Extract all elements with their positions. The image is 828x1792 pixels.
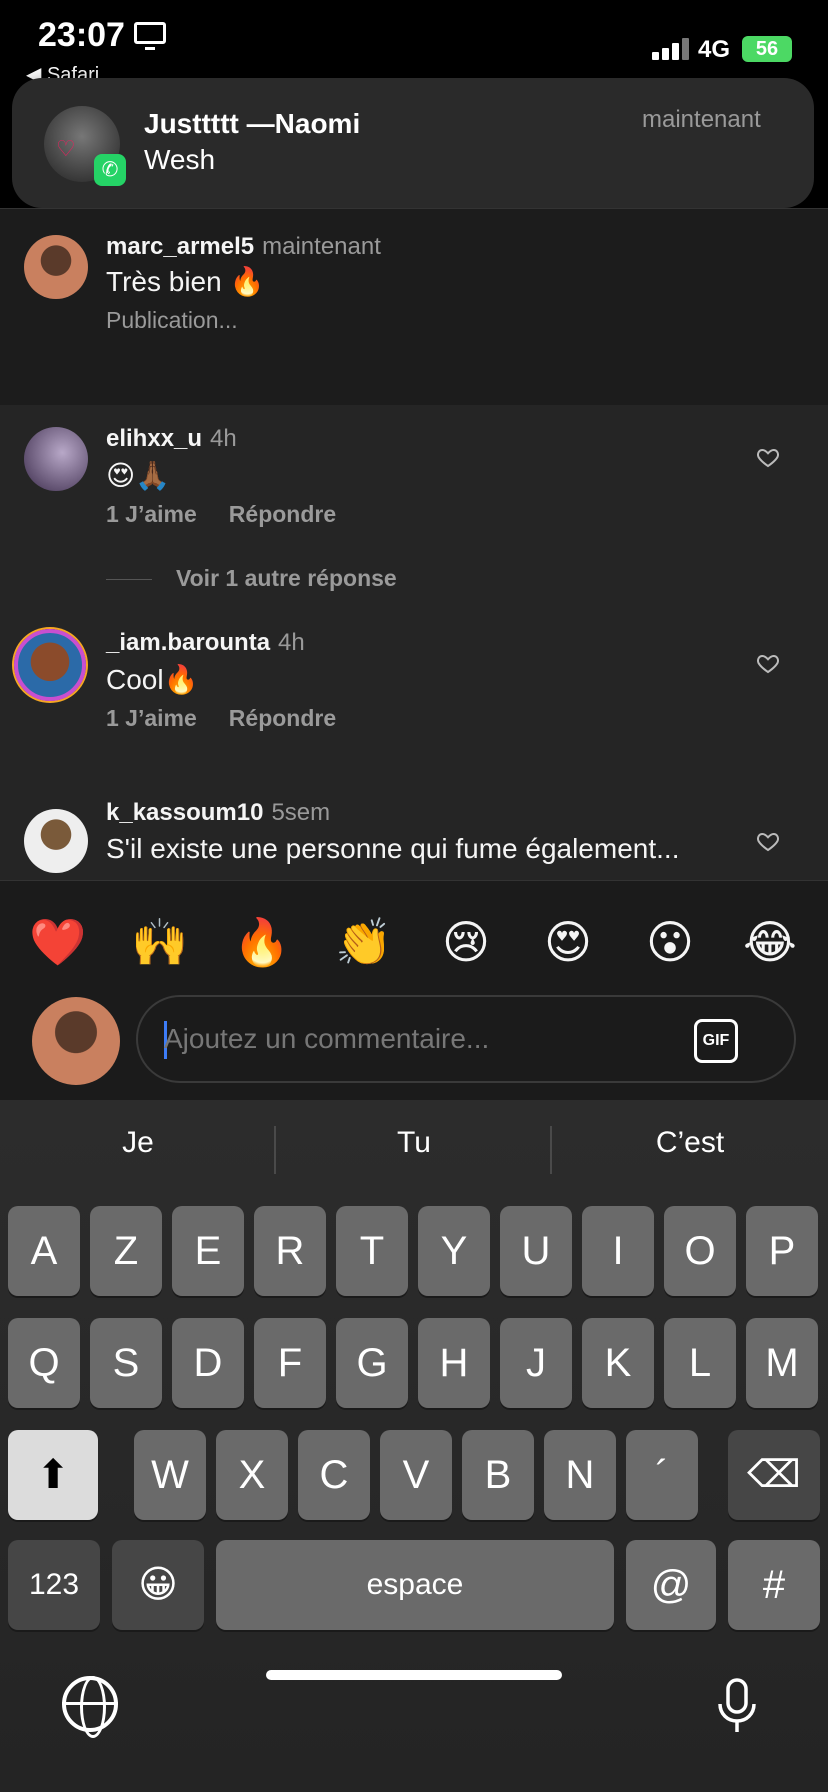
comment-username[interactable]: k_kassoum10 5sem [106,799,330,827]
comment-text: S'il existe une personne qui fume égalem… [106,833,680,864]
hash-key[interactable]: # [728,1540,820,1630]
shift-key[interactable]: ⬆ [8,1430,98,1520]
network-type: 4G [698,36,731,63]
screen-mirroring-icon [134,22,166,50]
comment-text: Très bien 🔥 [106,266,265,297]
suggestion-item[interactable]: C’est [552,1126,828,1160]
key-r[interactable]: R [254,1206,326,1296]
key-e[interactable]: E [172,1206,244,1296]
comment-username[interactable]: _iam.barounta 4h [106,629,305,657]
posting-status: Publication... [106,307,238,333]
space-key[interactable]: espace [216,1540,614,1630]
key-n[interactable]: N [544,1430,616,1520]
key-k[interactable]: K [582,1318,654,1408]
key-u[interactable]: U [500,1206,572,1296]
key-w[interactable]: W [134,1430,206,1520]
gif-button[interactable]: GIF [694,1019,738,1063]
reaction-laughing[interactable]: 😂 [740,915,800,969]
key-j[interactable]: J [500,1318,572,1408]
comment-item: _iam.barounta 4h Cool🔥 1 J’aime Répondre [0,629,828,779]
comment-input-placeholder: Ajoutez un commentaire... [164,1023,490,1054]
key-l[interactable]: L [664,1318,736,1408]
reply-button[interactable]: Répondre [229,501,336,527]
key-z[interactable]: Z [90,1206,162,1296]
key-v[interactable]: V [380,1430,452,1520]
current-user-avatar [32,997,120,1085]
key-i[interactable]: I [582,1206,654,1296]
notification-banner[interactable]: ✆ Justtttt —Naomi Wesh maintenant [12,78,814,208]
status-bar: 23:07 ◀ Safari 4G 56 [0,0,828,86]
suggestion-item[interactable]: Je [0,1126,276,1160]
battery-indicator: 56 [742,36,792,62]
comment-item: elihxx_u 4h 😍🙏🏾 1 J’aime Répondre Voir 1 a… [0,405,828,605]
heart-icon[interactable] [756,651,780,675]
view-more-replies[interactable]: Voir 1 autre réponse [106,565,397,592]
key-m[interactable]: M [746,1318,818,1408]
status-time: 23:07 [38,16,125,54]
reaction-surprised[interactable]: 😮 [640,915,700,969]
reaction-crying[interactable]: 😢 [436,915,496,969]
suggestion-item[interactable]: Tu [276,1126,552,1160]
key-h[interactable]: H [418,1318,490,1408]
notification-title: Justtttt —Naomi [144,108,361,139]
key-t[interactable]: T [336,1206,408,1296]
key-c[interactable]: C [298,1430,370,1520]
key-g[interactable]: G [336,1318,408,1408]
reaction-clap[interactable]: 👏 [334,915,394,970]
key-a[interactable]: A [8,1206,80,1296]
key-accent[interactable]: ´ [626,1430,698,1520]
heart-icon[interactable] [756,445,780,469]
comment-username[interactable]: elihxx_u 4h [106,425,237,453]
key-x[interactable]: X [216,1430,288,1520]
comment-item: k_kassoum10 5sem S'il existe une personne… [0,799,828,880]
key-b[interactable]: B [462,1430,534,1520]
key-p[interactable]: P [746,1206,818,1296]
comment-actions: 1 J’aime Répondre [106,705,336,732]
comment-actions: 1 J’aime Répondre [106,501,336,528]
key-o[interactable]: O [664,1206,736,1296]
heart-icon[interactable] [756,829,780,853]
comments-list[interactable]: marc_armel5 maintenant Très bien 🔥 Public… [0,208,828,880]
delete-key[interactable]: ⌫ [728,1430,820,1520]
like-count[interactable]: 1 J’aime [106,705,197,731]
notification-body: Wesh [144,144,216,175]
microphone-icon[interactable] [716,1678,758,1734]
whatsapp-icon: ✆ [94,154,126,186]
reaction-fire[interactable]: 🔥 [232,915,292,970]
comment-username[interactable]: marc_armel5 maintenant [106,233,381,261]
cellular-signal-icon [652,38,689,60]
avatar[interactable] [24,235,88,299]
keyboard: Je Tu C’est A Z E R T Y U I O P Q S D F … [0,1100,828,1792]
key-f[interactable]: F [254,1318,326,1408]
home-indicator[interactable] [266,1670,562,1680]
like-count[interactable]: 1 J’aime [106,501,197,527]
avatar[interactable] [24,427,88,491]
comment-item: marc_armel5 maintenant Très bien 🔥 Public… [0,209,828,405]
reaction-heart[interactable]: ❤️ [28,915,88,970]
avatar[interactable] [24,809,88,873]
comment-text: Cool🔥 [106,664,199,695]
avatar[interactable] [14,629,86,701]
reaction-raised-hands[interactable]: 🙌 [130,915,190,970]
globe-icon[interactable] [62,1676,118,1738]
key-q[interactable]: Q [8,1318,80,1408]
key-s[interactable]: S [90,1318,162,1408]
at-key[interactable]: @ [626,1540,716,1630]
emoji-key[interactable]: 😀 [112,1540,204,1630]
key-y[interactable]: Y [418,1206,490,1296]
numbers-key[interactable]: 123 [8,1540,100,1630]
comment-input[interactable]: Ajoutez un commentaire... GIF [136,995,796,1083]
key-d[interactable]: D [172,1318,244,1408]
keyboard-suggestions: Je Tu C’est [0,1100,828,1200]
comment-text: 😍🙏🏾 [106,460,171,491]
reply-button[interactable]: Répondre [229,705,336,731]
reaction-heart-eyes[interactable]: 😍 [538,915,598,969]
notification-time: maintenant [642,106,761,133]
reaction-bar: ❤️ 🙌 🔥 👏 😢 😍 😮 😂 Ajoutez un commentaire.… [0,880,828,1100]
